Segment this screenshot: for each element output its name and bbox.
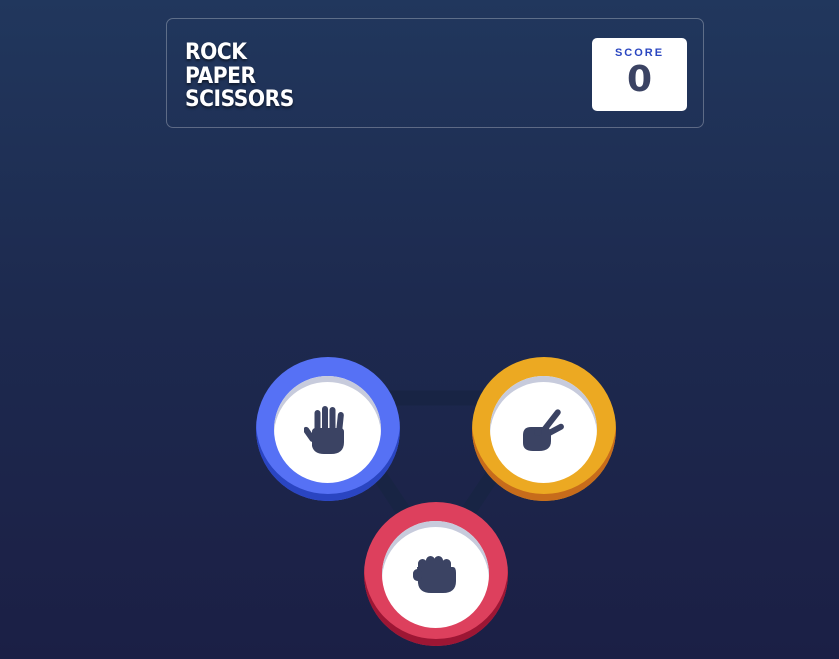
scissors-button-face (490, 376, 597, 483)
paper-button-face (274, 376, 381, 483)
rock-button[interactable] (364, 502, 508, 646)
scissors-hand-icon (519, 405, 569, 455)
rock-button-face (382, 521, 489, 628)
scissors-button[interactable] (472, 357, 616, 501)
paper-hand-icon (303, 404, 352, 456)
game-board (0, 0, 839, 659)
rock-fist-icon (412, 553, 459, 597)
paper-button[interactable] (256, 357, 400, 501)
